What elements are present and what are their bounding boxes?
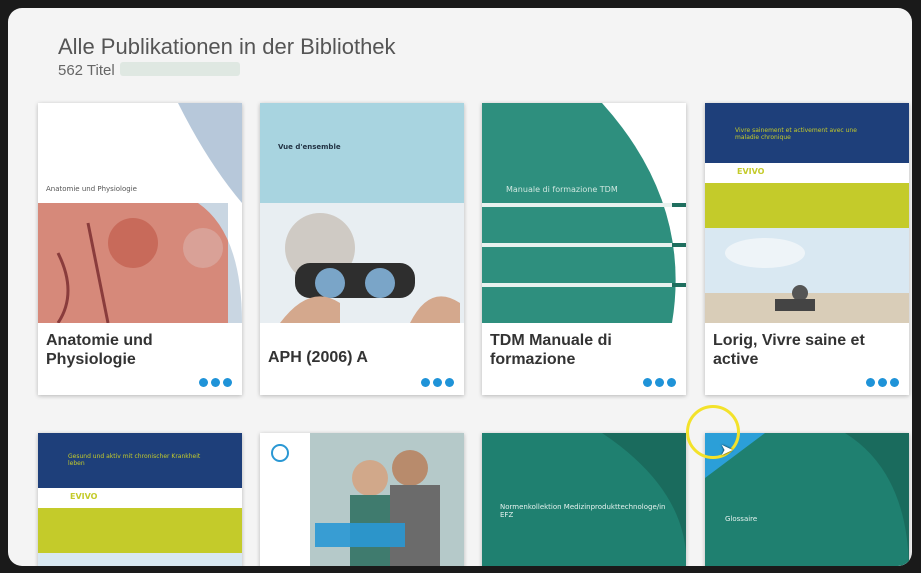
publication-card-photo[interactable] bbox=[260, 433, 464, 566]
cover-small-text: Vue d'ensemble bbox=[278, 143, 341, 151]
more-options-icon[interactable] bbox=[199, 378, 232, 387]
brand-logo: EVIVO bbox=[737, 167, 765, 176]
cover-small-text: Normenkollektion Medizinprodukttechnolog… bbox=[500, 503, 666, 519]
card-title: APH (2006) A bbox=[268, 349, 368, 366]
cover-small-text: Vivre sainement et activement avec une m… bbox=[735, 127, 857, 141]
blurred-text bbox=[120, 62, 240, 76]
publication-card-tdm[interactable]: Manuale di formazione TDM TDM Manuale di… bbox=[482, 103, 686, 395]
mouse-pointer-icon: ➤ bbox=[720, 440, 734, 459]
publication-card-aph[interactable]: Vue d'ensemble APH (2006) A bbox=[260, 103, 464, 395]
publication-card-glossaire[interactable]: Glossaire bbox=[705, 433, 909, 566]
more-options-icon[interactable] bbox=[643, 378, 676, 387]
cover-small-text: Glossaire bbox=[725, 515, 758, 523]
more-options-icon[interactable] bbox=[421, 378, 454, 387]
cover-small-text: Manuale di formazione TDM bbox=[506, 185, 618, 194]
cover-image: Anatomie und Physiologie bbox=[38, 103, 242, 323]
publication-card-gesund[interactable]: Gesund und aktiv mit chronischer Krankhe… bbox=[38, 433, 242, 566]
card-title: Lorig, Vivre saine et active bbox=[713, 332, 865, 368]
cover-image: Vue d'ensemble bbox=[260, 103, 464, 323]
publication-card-anatomie[interactable]: Anatomie und Physiologie Anatomie und Ph… bbox=[38, 103, 242, 395]
more-options-icon[interactable] bbox=[866, 378, 899, 387]
card-title: TDM Manuale di formazione bbox=[490, 332, 612, 368]
page-title: Alle Publikationen in der Bibliothek bbox=[58, 34, 396, 59]
publication-card-lorig[interactable]: Vivre sainement et activement avec une m… bbox=[705, 103, 909, 395]
title-count: 562 Titel bbox=[58, 62, 115, 79]
card-title: Anatomie und Physiologie bbox=[46, 332, 153, 368]
publication-card-normenkollektion[interactable]: Normenkollektion Medizinprodukttechnolog… bbox=[482, 433, 686, 566]
brand-logo: EVIVO bbox=[70, 492, 98, 501]
cover-image: Vivre sainement et activement avec une m… bbox=[705, 103, 909, 323]
cover-small-text: Anatomie und Physiologie bbox=[46, 185, 137, 193]
library-window: Alle Publikationen in der Bibliothek 562… bbox=[8, 8, 912, 566]
cover-small-text: Gesund und aktiv mit chronischer Krankhe… bbox=[68, 453, 201, 467]
